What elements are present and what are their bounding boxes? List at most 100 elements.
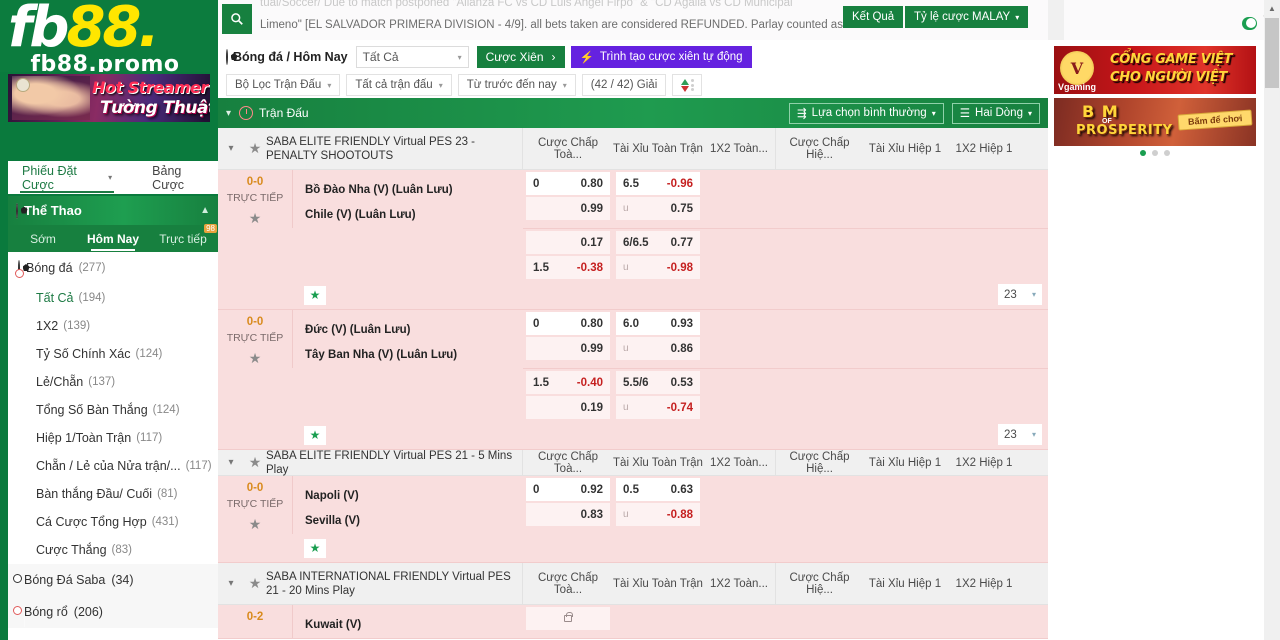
star-icon[interactable]: ★ [244, 563, 266, 604]
chevron-down-icon[interactable]: ▾ [218, 563, 244, 604]
sidebar-subitem-outright[interactable]: Cược Thắng (83) [8, 536, 218, 564]
sidebar-subitem-half-odd-even[interactable]: Chẵn / Lẻ của Nửa trận/... (117) [8, 452, 218, 480]
more-markets-select[interactable]: 23 ▾ [998, 284, 1042, 305]
sidebar-tab-today[interactable]: Hôm Nay [78, 232, 148, 246]
lock-icon [564, 615, 572, 622]
green-star-icon[interactable]: ★ [304, 426, 326, 445]
results-button[interactable]: Kết Quả [843, 6, 903, 28]
odds-cell[interactable]: 6/6.5 0.77 [616, 231, 700, 254]
odds-col-ou-alt: 6/6.5 0.77 u -0.98 [613, 229, 703, 281]
odds-cell[interactable]: 6.5 -0.96 [616, 172, 700, 195]
odds-cell[interactable]: 5.5/6 0.53 [616, 371, 700, 394]
odds-cell[interactable]: u -0.98 [616, 256, 700, 279]
hot-streamer-banner[interactable]: Hot Streamer Tường Thuật [8, 74, 210, 122]
sidebar-item-next-sport[interactable] [8, 628, 218, 640]
market-view-button[interactable]: ⇶ Lựa chọn bình thường ▾ [789, 103, 944, 124]
odds-cell[interactable]: 0 0.80 [526, 312, 610, 335]
sidebar-item-football[interactable]: Bóng đá (277) [8, 252, 218, 284]
col-1x2-full: 1X2 Toàn... [703, 450, 775, 475]
time-range-select[interactable]: Từ trước đến nay ▾ [458, 74, 576, 96]
odds-cell[interactable]: 0.5 0.63 [616, 478, 700, 501]
favorite-star-icon[interactable]: ★ [218, 516, 292, 533]
sidebar-tab-early-label: Sớm [30, 232, 56, 246]
search-button[interactable] [222, 4, 252, 34]
sidebar-tab-early[interactable]: Sớm [8, 232, 78, 246]
boom-prosperity-banner[interactable]: B M OF PROSPERITY Bấm để chơi [1054, 98, 1256, 146]
vgaming-banner[interactable]: V Vgaming CỔNG GAME VIỆT CHO NGƯỜI VIỆT [1054, 46, 1256, 94]
odds-cell[interactable]: 0.19 [526, 396, 610, 419]
sidebar-sports-header[interactable]: Thể Thao ▲ [8, 196, 218, 225]
carousel-dot-3[interactable] [1164, 150, 1170, 156]
row-layout-button[interactable]: ☰ Hai Dòng ▾ [952, 103, 1040, 124]
odds-cell[interactable]: 1.5 -0.40 [526, 371, 610, 394]
sidebar-subitem-first-last-goal-count: (81) [157, 488, 177, 500]
odds-cell[interactable]: u -0.88 [616, 503, 700, 526]
sidebar-subitem-first-last-goal[interactable]: Bàn thắng Đầu/ Cuối (81) [8, 480, 218, 508]
green-star-icon[interactable]: ★ [304, 539, 326, 558]
page-scrollbar[interactable]: ▲ [1264, 0, 1280, 640]
odds-col-handicap-full: 0 0.80 0.99 [523, 170, 613, 228]
sidebar-subitem-half-full-count: (117) [136, 432, 162, 444]
toggle-switch-on[interactable] [1242, 17, 1257, 30]
scrollbar-thumb[interactable] [1265, 18, 1279, 88]
chevron-down-icon[interactable]: ▾ [226, 108, 231, 119]
odds-value: -0.88 [667, 509, 693, 521]
odds-cell[interactable]: 0 0.92 [526, 478, 610, 501]
sidebar-subitem-odd-even[interactable]: Lẻ/Chẵn (137) [8, 368, 218, 396]
all-matches-label: Tất cả trận đấu [355, 79, 432, 91]
odds-cell[interactable]: 6.0 0.93 [616, 312, 700, 335]
announcement-marquee[interactable]: tual/Soccer/ Due to match postponed "Ali… [260, 0, 855, 40]
odds-value: 0.99 [581, 343, 603, 355]
auto-parlay-button[interactable]: ⚡ Trình tạo cược xiên tự động [571, 46, 752, 68]
sidebar-tab-live[interactable]: Trực tiếp 98 [148, 232, 218, 246]
col-1x2-full: 1X2 Toàn... [703, 128, 775, 169]
carousel-dot-2[interactable] [1152, 150, 1158, 156]
tab-betslip[interactable]: Phiếu Đặt Cược ▾ [16, 161, 118, 194]
odds-cell[interactable]: 1.5 -0.38 [526, 256, 610, 279]
chevron-down-icon[interactable]: ▾ [218, 450, 244, 475]
ou-line: 5.5/6 [623, 377, 649, 389]
odds-type-button[interactable]: Tỷ lệ cược MALAY ▾ [905, 6, 1028, 28]
lightning-icon: ⚡ [580, 50, 594, 64]
all-matches-select[interactable]: Tất cả trận đấu ▾ [346, 74, 451, 96]
odds-cell[interactable]: 0.99 [526, 337, 610, 360]
sidebar-subitem-1x2[interactable]: 1X2 (139) [8, 312, 218, 340]
match-live-label: TRỰC TIẾP [218, 498, 292, 510]
odds-cell[interactable]: 0.17 [526, 231, 610, 254]
sidebar-subitem-all[interactable]: Tất Cả (194) [8, 284, 218, 312]
star-icon[interactable]: ★ [244, 450, 266, 475]
more-markets-select[interactable]: 23 ▾ [998, 424, 1042, 445]
sidebar-item-saba-football[interactable]: Bóng Đá Saba (34) [8, 564, 218, 596]
odds-cell[interactable]: u 0.86 [616, 337, 700, 360]
chevron-up-icon[interactable]: ▲ [200, 205, 210, 216]
triangle-up-icon[interactable]: ▲ [1264, 0, 1280, 17]
brand-logo[interactable]: fb88. fb88.promo [0, 0, 210, 72]
odds-cell[interactable]: 0.99 [526, 197, 610, 220]
sidebar-item-basketball[interactable]: Bóng rổ (206) [8, 596, 218, 628]
favorite-star-icon[interactable]: ★ [218, 350, 292, 367]
odds-cell[interactable]: 0.83 [526, 503, 610, 526]
tab-bet-table[interactable]: Bảng Cược [146, 161, 218, 194]
sidebar-subitem-correct-score[interactable]: Tỷ Số Chính Xác (124) [8, 340, 218, 368]
sidebar-subitem-first-last-goal-label: Bàn thắng Đầu/ Cuối [36, 487, 152, 501]
all-markets-select[interactable]: Tất Cả ▾ [356, 46, 469, 68]
green-star-icon[interactable]: ★ [304, 286, 326, 305]
carousel-dot-1[interactable] [1140, 150, 1146, 156]
match-filter-select[interactable]: Bộ Lọc Trận Đấu ▾ [226, 74, 340, 96]
odds-cell[interactable]: u -0.74 [616, 396, 700, 419]
star-icon[interactable]: ★ [244, 128, 266, 169]
sort-asc-desc-icon[interactable] [672, 74, 702, 96]
col-1x2-half: 1X2 Hiệp 1 [947, 450, 1021, 475]
league-count-box[interactable]: (42 / 42) Giải [582, 74, 666, 96]
favorite-star-icon[interactable]: ★ [218, 210, 292, 227]
chevron-down-icon[interactable]: ▾ [218, 128, 244, 169]
odds-cell[interactable]: u 0.75 [616, 197, 700, 220]
parlay-button[interactable]: Cược Xiên › [477, 46, 565, 68]
odds-cell[interactable]: 0 0.80 [526, 172, 610, 195]
sidebar-subitem-half-full[interactable]: Hiệp 1/Toàn Trận (117) [8, 424, 218, 452]
boom-cta-ribbon[interactable]: Bấm để chơi [1177, 109, 1252, 130]
sidebar-subitem-total-goals[interactable]: Tổng Số Bàn Thắng (124) [8, 396, 218, 424]
col-handicap-full: Cược Chấp Toà... [523, 128, 613, 169]
sidebar-subitem-mix-parlay[interactable]: Cá Cược Tổng Hợp (431) [8, 508, 218, 536]
hot-banner-line2: Tường Thuật [100, 98, 210, 118]
